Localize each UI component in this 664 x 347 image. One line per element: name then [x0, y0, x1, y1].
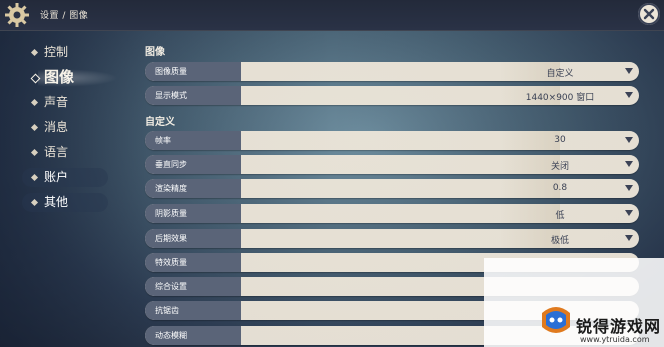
setting-label: 帧率: [155, 136, 171, 145]
setting-label: 综合设置: [155, 282, 187, 291]
setting-row-vsync[interactable]: 垂直同步 关闭: [145, 155, 639, 174]
setting-row-render-resolution[interactable]: 渲染精度 0.8: [145, 179, 639, 198]
setting-label: 特效质量: [155, 258, 187, 267]
sidebar-item-label: 控制: [44, 45, 69, 59]
setting-row-post-processing[interactable]: 后期效果 极低: [145, 229, 639, 248]
setting-row-graphics-quality[interactable]: 图像质量 自定义: [145, 62, 639, 81]
setting-value: 自定义: [546, 69, 574, 79]
sidebar-item-other[interactable]: 其他: [20, 190, 120, 215]
watermark-logo-icon: [542, 307, 570, 333]
setting-value: 30: [554, 135, 566, 145]
dropdown-arrow-icon[interactable]: [625, 137, 633, 143]
sidebar-item-label: 语言: [44, 145, 69, 159]
diamond-icon: [30, 98, 39, 107]
sidebar-item-controls[interactable]: 控制: [20, 40, 120, 65]
setting-label: 后期效果: [155, 234, 187, 243]
setting-label: 渲染精度: [155, 184, 187, 193]
setting-row-shadow-quality[interactable]: 阴影质量 低: [145, 204, 639, 223]
setting-value: 极低: [550, 236, 569, 246]
setting-value: 低: [555, 211, 565, 221]
sidebar-item-graphics[interactable]: 图像: [20, 65, 120, 90]
watermark-url: www.ytruida.com: [580, 335, 650, 344]
dropdown-arrow-icon[interactable]: [625, 92, 633, 98]
setting-label: 动态模糊: [155, 331, 187, 340]
diamond-icon: [30, 123, 39, 132]
dropdown-arrow-icon[interactable]: [625, 185, 633, 191]
dropdown-arrow-icon[interactable]: [625, 68, 633, 74]
setting-value: 关闭: [550, 162, 569, 172]
diamond-icon: [30, 48, 39, 57]
close-button[interactable]: [638, 3, 660, 25]
sidebar-item-account[interactable]: 账户: [20, 165, 120, 190]
diamond-icon: [30, 148, 39, 157]
setting-label: 垂直同步: [155, 160, 187, 169]
section-title-custom: 自定义: [145, 117, 175, 128]
sidebar-item-messages[interactable]: 消息: [20, 115, 120, 140]
dropdown-arrow-icon[interactable]: [625, 161, 633, 167]
top-bar: 设置 / 图像: [0, 0, 664, 31]
sidebar-item-language[interactable]: 语言: [20, 140, 120, 165]
setting-value: 0.8: [552, 183, 568, 193]
watermark-title: 锐得游戏网: [576, 317, 662, 336]
close-icon: [643, 8, 655, 20]
sidebar-item-label: 其他: [44, 195, 69, 209]
breadcrumb: 设置 / 图像: [40, 11, 89, 21]
setting-label: 抗锯齿: [155, 306, 179, 315]
setting-label: 显示模式: [155, 91, 187, 100]
section-title-graphics: 图像: [145, 47, 165, 58]
gear-icon: [5, 3, 29, 27]
dropdown-arrow-icon[interactable]: [625, 235, 633, 241]
active-glow: [38, 69, 118, 87]
setting-value: 1440×900 窗口: [525, 93, 595, 103]
sidebar-item-label: 消息: [44, 120, 69, 134]
setting-label: 阴影质量: [155, 209, 187, 218]
setting-label: 图像质量: [155, 67, 187, 76]
sidebar: 控制 图像 声音 消息 语言 账户 其他: [20, 40, 120, 215]
sidebar-item-audio[interactable]: 声音: [20, 90, 120, 115]
sidebar-item-label: 账户: [44, 170, 69, 184]
dropdown-arrow-icon[interactable]: [625, 210, 633, 216]
setting-row-frame-rate[interactable]: 帧率 30: [145, 131, 639, 150]
sidebar-item-label: 声音: [44, 95, 69, 109]
setting-row-display-mode[interactable]: 显示模式 1440×900 窗口: [145, 86, 639, 105]
